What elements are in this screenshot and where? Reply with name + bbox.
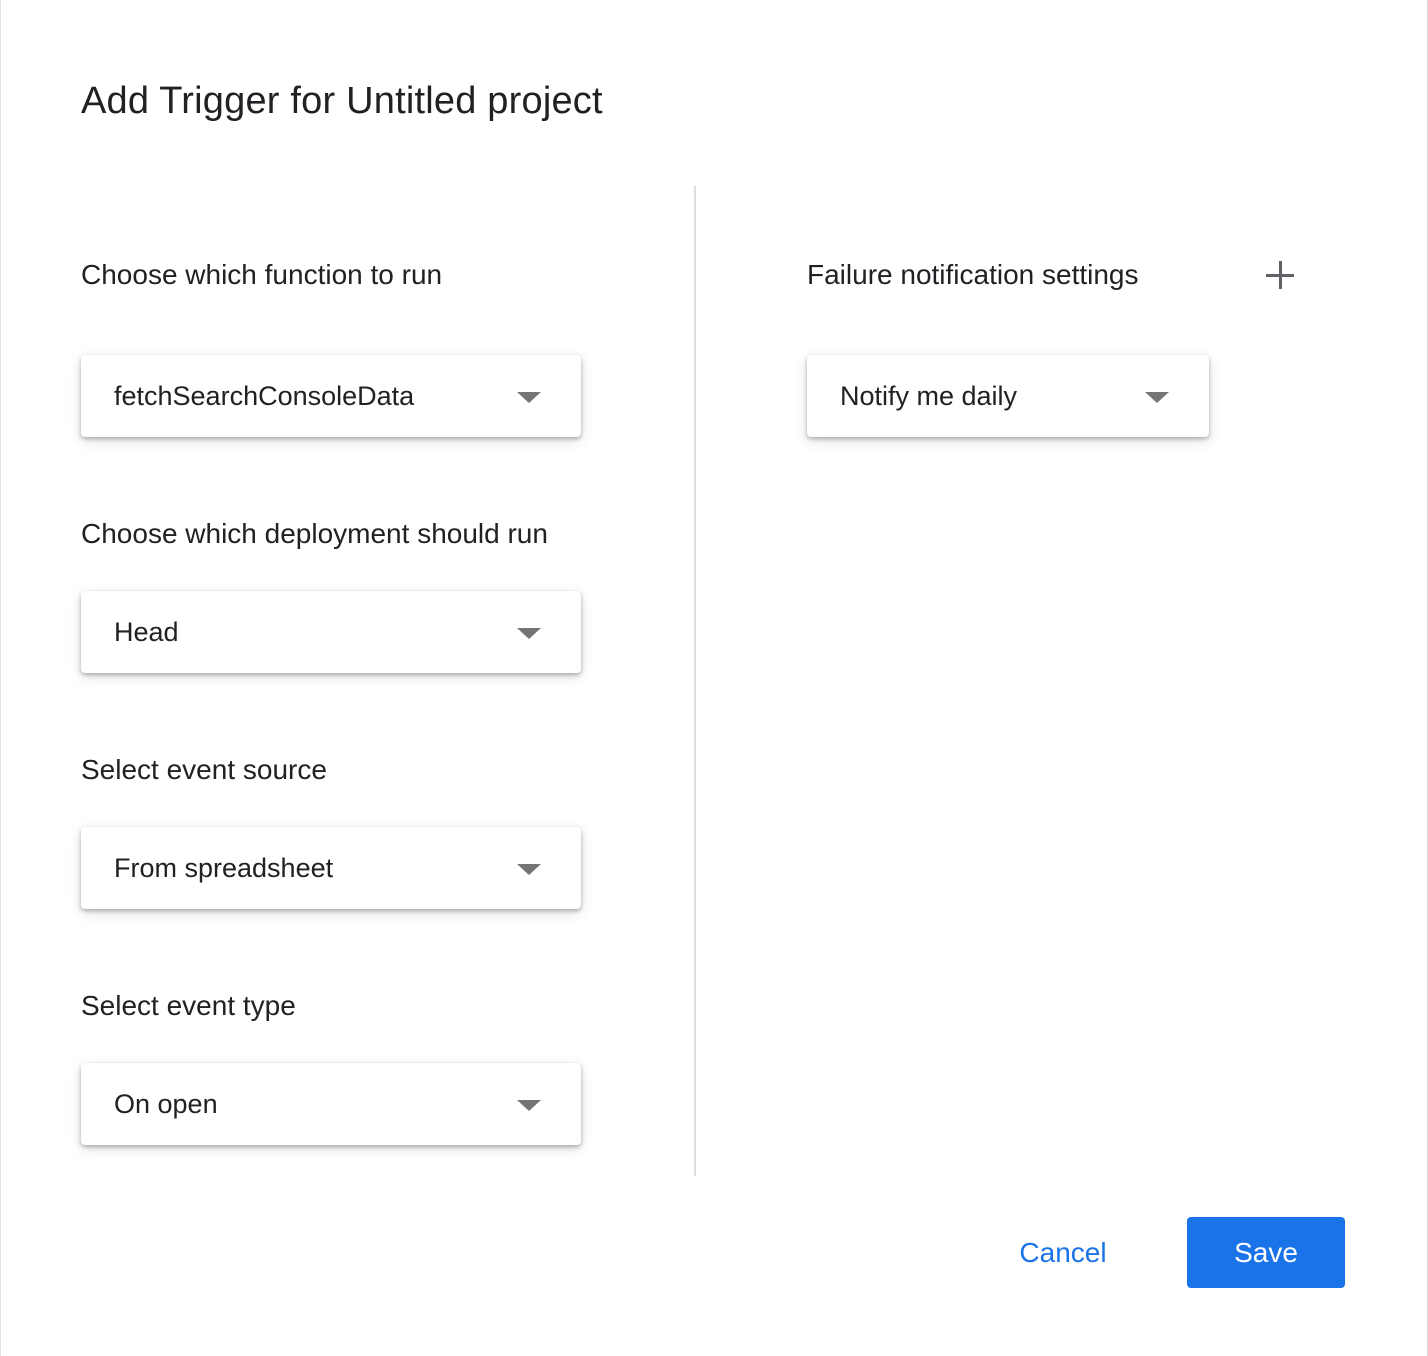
function-select[interactable]: fetchSearchConsoleData bbox=[81, 355, 581, 437]
event-type-select-value: On open bbox=[114, 1089, 218, 1119]
dropdown-arrow-icon bbox=[517, 1100, 541, 1111]
add-trigger-dialog: Add Trigger for Untitled project Choose … bbox=[0, 0, 1428, 1356]
failure-notification-select-value: Notify me daily bbox=[840, 381, 1018, 411]
event-type-select[interactable]: On open bbox=[81, 1063, 581, 1145]
event-source-select[interactable]: From spreadsheet bbox=[81, 827, 581, 909]
event-source-select-value: From spreadsheet bbox=[114, 853, 334, 883]
failure-notification-label: Failure notification settings bbox=[807, 259, 1139, 290]
event-source-label: Select event source bbox=[81, 754, 327, 785]
dropdown-arrow-icon bbox=[517, 392, 541, 403]
cancel-button[interactable]: Cancel bbox=[991, 1218, 1135, 1288]
deployment-select-value: Head bbox=[114, 617, 179, 647]
dropdown-arrow-icon bbox=[517, 628, 541, 639]
dropdown-arrow-icon bbox=[1145, 392, 1169, 403]
dialog-title: Add Trigger for Untitled project bbox=[81, 80, 603, 122]
plus-icon[interactable] bbox=[1263, 258, 1297, 292]
function-label: Choose which function to run bbox=[81, 259, 443, 290]
column-divider bbox=[694, 186, 696, 1176]
save-button[interactable]: Save bbox=[1187, 1217, 1345, 1288]
function-select-value: fetchSearchConsoleData bbox=[114, 381, 415, 411]
deployment-select[interactable]: Head bbox=[81, 591, 581, 673]
dropdown-arrow-icon bbox=[517, 864, 541, 875]
failure-notification-select[interactable]: Notify me daily bbox=[807, 355, 1209, 437]
event-type-label: Select event type bbox=[81, 990, 296, 1021]
deployment-label: Choose which deployment should run bbox=[81, 518, 548, 549]
